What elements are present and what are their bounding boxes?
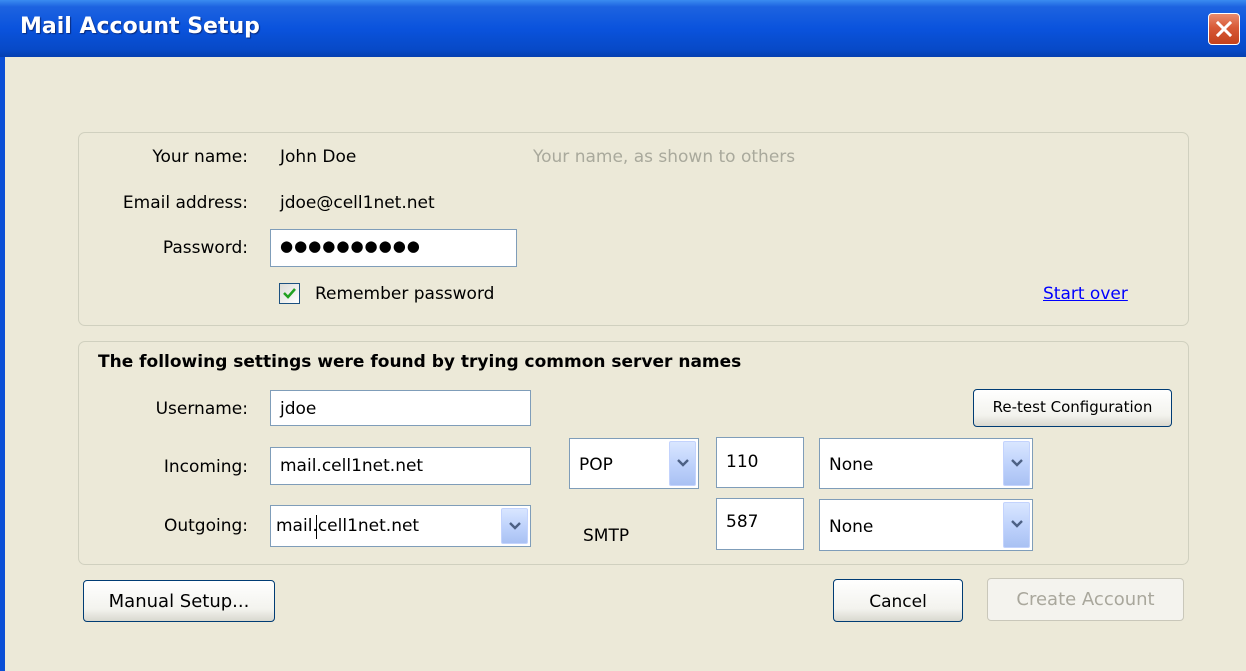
chevron-down-icon [1011,459,1023,467]
close-icon [1216,21,1232,37]
password-field[interactable]: ●●●●●●●●●● [270,229,517,267]
outgoing-port-input[interactable]: 587 [716,498,804,550]
retest-configuration-button[interactable]: Re-test Configuration [973,389,1172,427]
outgoing-security-dropdown-button[interactable] [1003,502,1030,548]
window-title: Mail Account Setup [20,14,260,39]
chevron-down-icon [509,522,521,530]
remember-password-checkbox[interactable] [279,283,300,304]
outgoing-server-combo[interactable]: mail.cell1net.net [270,505,531,547]
incoming-protocol-dropdown-button[interactable] [669,441,696,486]
chevron-down-icon [677,459,689,467]
incoming-server-input[interactable]: mail.cell1net.net [270,447,531,485]
incoming-protocol-value: POP [579,455,613,475]
outgoing-security-value: None [829,517,874,537]
username-input[interactable]: jdoe [270,390,531,426]
username-label: Username: [155,399,248,419]
settings-heading: The following settings were found by try… [98,352,742,372]
email-value[interactable]: jdoe@cell1net.net [280,193,435,213]
cancel-button[interactable]: Cancel [833,579,963,622]
incoming-port-input[interactable]: 110 [716,437,804,488]
outgoing-label: Outgoing: [163,516,248,536]
chevron-down-icon [1011,520,1023,528]
incoming-label: Incoming: [163,457,248,477]
email-label: Email address: [122,193,248,213]
password-label: Password: [162,238,248,258]
remember-password-label[interactable]: Remember password [315,284,494,304]
outgoing-security-select[interactable]: None [819,499,1033,551]
outgoing-server-value: mail.cell1net.net [276,516,420,536]
close-button[interactable] [1208,13,1240,45]
outgoing-protocol-label: SMTP [583,526,630,546]
window-frame-left [0,57,5,671]
manual-setup-button[interactable]: Manual Setup... [83,580,275,622]
start-over-link[interactable]: Start over [1043,284,1128,304]
incoming-security-value: None [829,455,874,475]
your-name-label: Your name: [152,147,248,167]
text-cursor [316,515,317,539]
your-name-hint: Your name, as shown to others [533,147,796,167]
incoming-security-select[interactable]: None [819,438,1033,489]
your-name-value[interactable]: John Doe [280,147,356,167]
create-account-button[interactable]: Create Account [987,578,1184,621]
incoming-protocol-select[interactable]: POP [569,438,699,489]
incoming-security-dropdown-button[interactable] [1003,441,1030,486]
checkmark-icon [283,288,296,299]
outgoing-server-dropdown-button[interactable] [501,508,528,544]
